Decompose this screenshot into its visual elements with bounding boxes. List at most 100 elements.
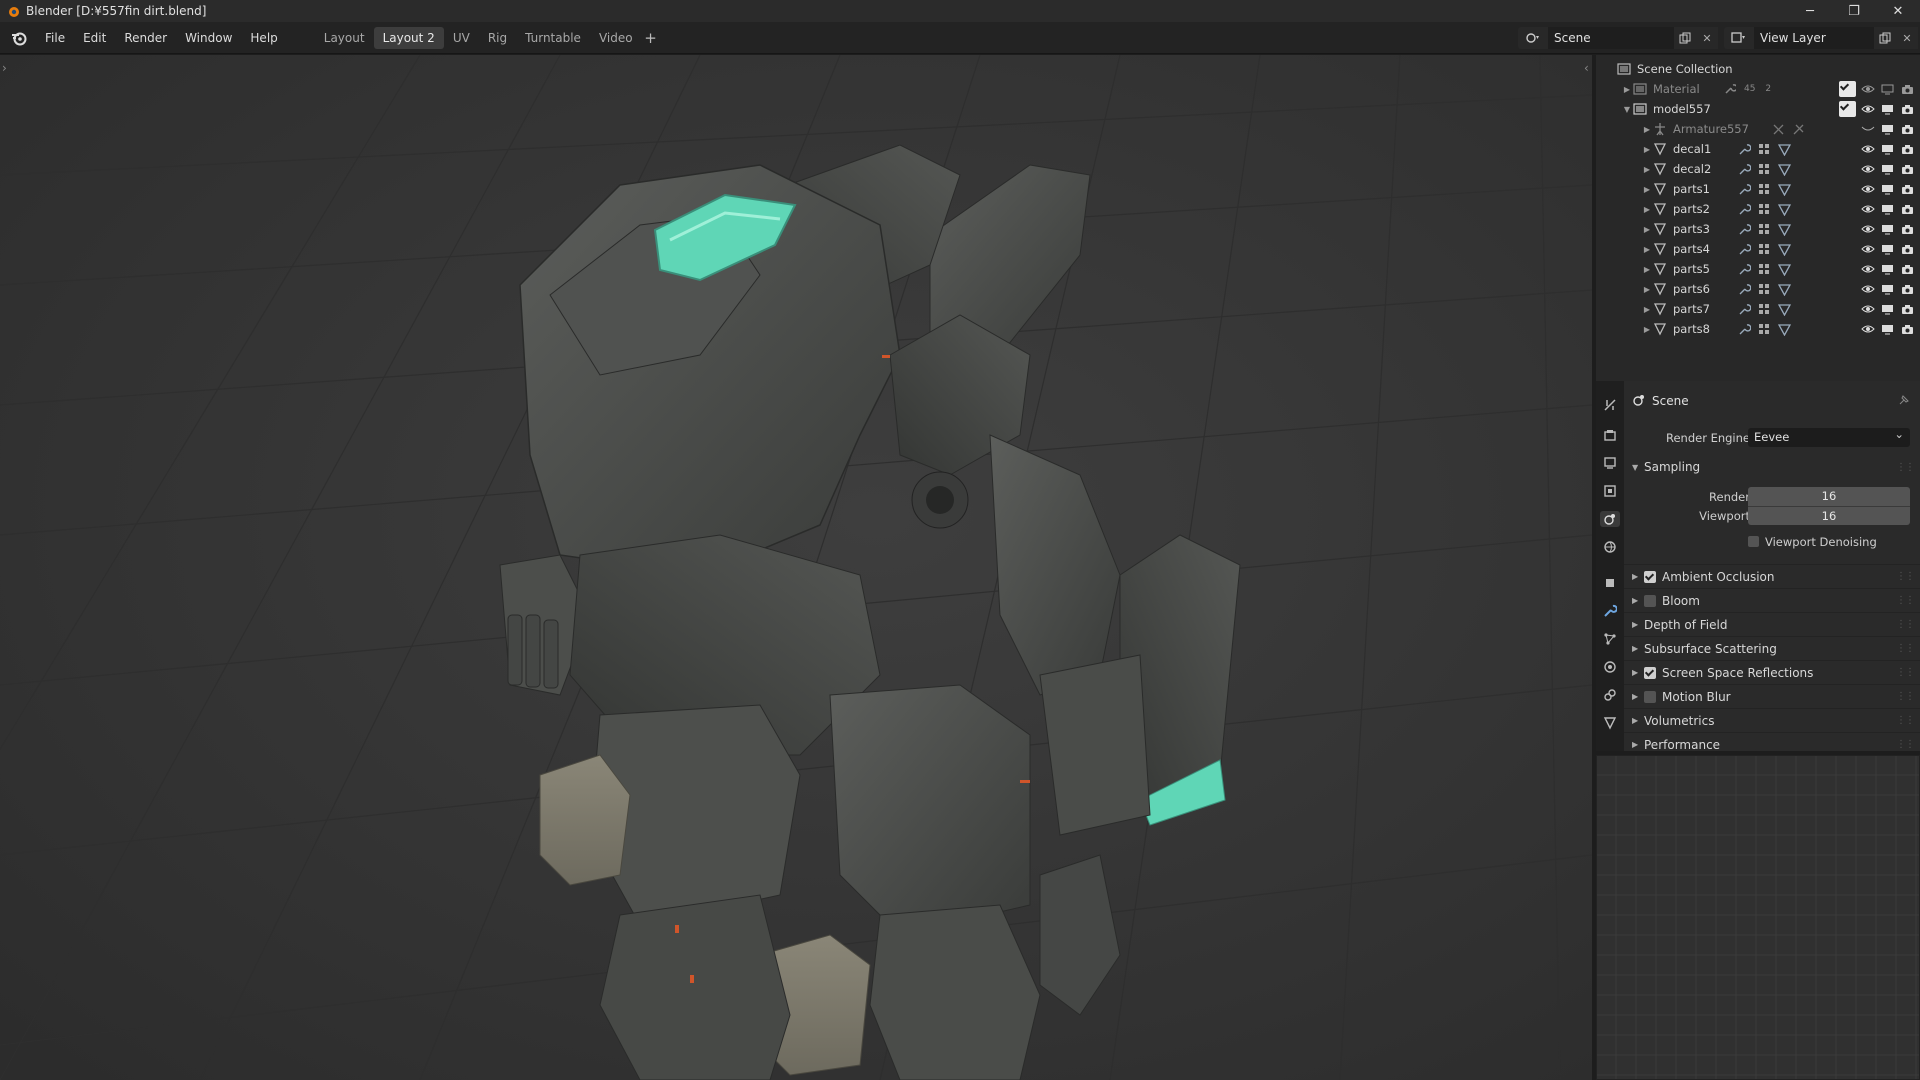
- drag-grip-icon[interactable]: ⋮⋮: [1896, 619, 1915, 630]
- viewport-denoising-checkbox[interactable]: [1748, 536, 1759, 547]
- outliner-root[interactable]: Scene Collection: [1596, 59, 1920, 79]
- monitor-icon[interactable]: [1879, 201, 1896, 217]
- drag-grip-icon[interactable]: ⋮⋮: [1896, 571, 1915, 582]
- scene-browse-icon[interactable]: [1518, 27, 1548, 49]
- new-scene-icon[interactable]: [1674, 27, 1696, 49]
- camera-icon[interactable]: [1899, 161, 1916, 177]
- camera-icon[interactable]: [1899, 81, 1916, 97]
- camera-icon[interactable]: [1899, 201, 1916, 217]
- monitor-icon[interactable]: [1879, 301, 1896, 317]
- outliner-row[interactable]: ▶ parts3: [1596, 219, 1920, 239]
- eye-icon[interactable]: [1859, 321, 1876, 337]
- section-enable-checkbox[interactable]: [1644, 666, 1656, 679]
- expand-arrow-icon[interactable]: ▶: [1642, 125, 1652, 134]
- eye-icon[interactable]: [1859, 161, 1876, 177]
- camera-icon[interactable]: [1899, 121, 1916, 137]
- menu-file[interactable]: File: [36, 22, 74, 54]
- outliner-row[interactable]: ▶ parts6: [1596, 279, 1920, 299]
- expand-arrow-icon[interactable]: ▶: [1642, 205, 1652, 214]
- monitor-icon[interactable]: [1879, 101, 1896, 117]
- view-layer-name-field[interactable]: View Layer: [1754, 27, 1874, 49]
- eye-icon[interactable]: [1859, 81, 1876, 97]
- menu-window[interactable]: Window: [176, 22, 241, 54]
- eye-icon[interactable]: [1859, 181, 1876, 197]
- eye-icon[interactable]: [1859, 141, 1876, 157]
- constraints-icon[interactable]: [1602, 687, 1618, 703]
- camera-icon[interactable]: [1899, 101, 1916, 117]
- outliner-panel[interactable]: Scene Collection ▶ Material 45 2 ▼ model…: [1596, 55, 1920, 381]
- maximize-button[interactable]: ❐: [1832, 0, 1876, 22]
- outliner-row[interactable]: ▶ Armature557: [1596, 119, 1920, 139]
- menu-render[interactable]: Render: [115, 22, 176, 54]
- tab-turntable[interactable]: Turntable: [516, 27, 590, 49]
- view-layer-icon[interactable]: [1602, 483, 1618, 499]
- outliner-row[interactable]: ▶ parts4: [1596, 239, 1920, 259]
- eye-icon[interactable]: [1859, 261, 1876, 277]
- physics-icon[interactable]: [1602, 659, 1618, 675]
- bottom-editor-area[interactable]: [1596, 755, 1920, 1080]
- drag-grip-icon[interactable]: ⋮⋮: [1896, 739, 1915, 750]
- expand-arrow-icon[interactable]: ▶: [1642, 285, 1652, 294]
- outliner-row[interactable]: ▼ model557: [1596, 99, 1920, 119]
- expand-arrow-icon[interactable]: ▶: [1642, 145, 1652, 154]
- camera-icon[interactable]: [1899, 301, 1916, 317]
- exclude-checkbox[interactable]: [1839, 81, 1856, 97]
- render-icon[interactable]: [1602, 427, 1618, 443]
- monitor-icon[interactable]: [1879, 221, 1896, 237]
- section-header[interactable]: ▶ Ambient Occlusion ⋮⋮: [1624, 564, 1920, 588]
- eye-icon[interactable]: [1859, 301, 1876, 317]
- expand-arrow-icon[interactable]: ▶: [1642, 185, 1652, 194]
- view-layer-browse-icon[interactable]: [1724, 27, 1754, 49]
- drag-grip-icon[interactable]: ⋮⋮: [1896, 462, 1915, 473]
- menu-edit[interactable]: Edit: [74, 22, 115, 54]
- tab-layout[interactable]: Layout: [315, 27, 374, 49]
- outliner-row[interactable]: ▶ parts8: [1596, 319, 1920, 339]
- tab-uv[interactable]: UV: [444, 27, 479, 49]
- drag-grip-icon[interactable]: ⋮⋮: [1896, 643, 1915, 654]
- modifier-wrench-icon[interactable]: [1602, 603, 1618, 619]
- data-mesh-icon[interactable]: [1602, 715, 1618, 731]
- expand-arrow-icon[interactable]: ▶: [1642, 265, 1652, 274]
- sampling-section-header[interactable]: ▼ Sampling ⋮⋮: [1624, 455, 1920, 479]
- outliner-row[interactable]: ▶ parts1: [1596, 179, 1920, 199]
- section-enable-checkbox[interactable]: [1644, 594, 1656, 607]
- expand-arrow-icon[interactable]: ▶: [1642, 165, 1652, 174]
- monitor-icon[interactable]: [1879, 241, 1896, 257]
- eye-icon[interactable]: [1859, 221, 1876, 237]
- expand-arrow-icon[interactable]: ▶: [1642, 225, 1652, 234]
- menu-help[interactable]: Help: [241, 22, 286, 54]
- tab-video[interactable]: Video: [590, 27, 642, 49]
- drag-grip-icon[interactable]: ⋮⋮: [1896, 691, 1915, 702]
- section-header[interactable]: ▶ Bloom ⋮⋮: [1624, 588, 1920, 612]
- world-icon[interactable]: [1602, 539, 1618, 555]
- camera-icon[interactable]: [1899, 241, 1916, 257]
- exclude-checkbox[interactable]: [1839, 101, 1856, 117]
- scene-icon[interactable]: [1600, 511, 1620, 527]
- viewport-samples-field[interactable]: 16: [1748, 506, 1910, 525]
- close-button[interactable]: ✕: [1876, 0, 1920, 22]
- monitor-icon[interactable]: [1879, 321, 1896, 337]
- expand-arrow-icon[interactable]: ▶: [1622, 85, 1632, 94]
- hidden-eye-icon[interactable]: [1859, 121, 1876, 137]
- delete-scene-icon[interactable]: ✕: [1696, 27, 1718, 49]
- eye-icon[interactable]: [1859, 101, 1876, 117]
- camera-icon[interactable]: [1899, 141, 1916, 157]
- tab-layout-2[interactable]: Layout 2: [373, 26, 444, 49]
- eye-icon[interactable]: [1859, 201, 1876, 217]
- expand-arrow-icon[interactable]: ▶: [1642, 245, 1652, 254]
- 3d-viewport[interactable]: › ‹: [0, 55, 1592, 1080]
- outliner-row[interactable]: ▶ Material 45 2: [1596, 79, 1920, 99]
- drag-grip-icon[interactable]: ⋮⋮: [1896, 595, 1915, 606]
- render-engine-dropdown[interactable]: Eevee: [1748, 425, 1910, 447]
- collapse-arrow-icon[interactable]: ▼: [1622, 105, 1632, 114]
- outliner-row[interactable]: ▶ parts2: [1596, 199, 1920, 219]
- expand-arrow-icon[interactable]: ▶: [1642, 325, 1652, 334]
- outliner-row[interactable]: ▶ parts7: [1596, 299, 1920, 319]
- minimize-button[interactable]: ─: [1788, 0, 1832, 22]
- monitor-icon[interactable]: [1879, 121, 1896, 137]
- camera-icon[interactable]: [1899, 261, 1916, 277]
- outliner-row[interactable]: ▶ decal1: [1596, 139, 1920, 159]
- scene-name-field[interactable]: Scene: [1548, 27, 1674, 49]
- output-icon[interactable]: [1602, 455, 1618, 471]
- monitor-icon[interactable]: [1879, 281, 1896, 297]
